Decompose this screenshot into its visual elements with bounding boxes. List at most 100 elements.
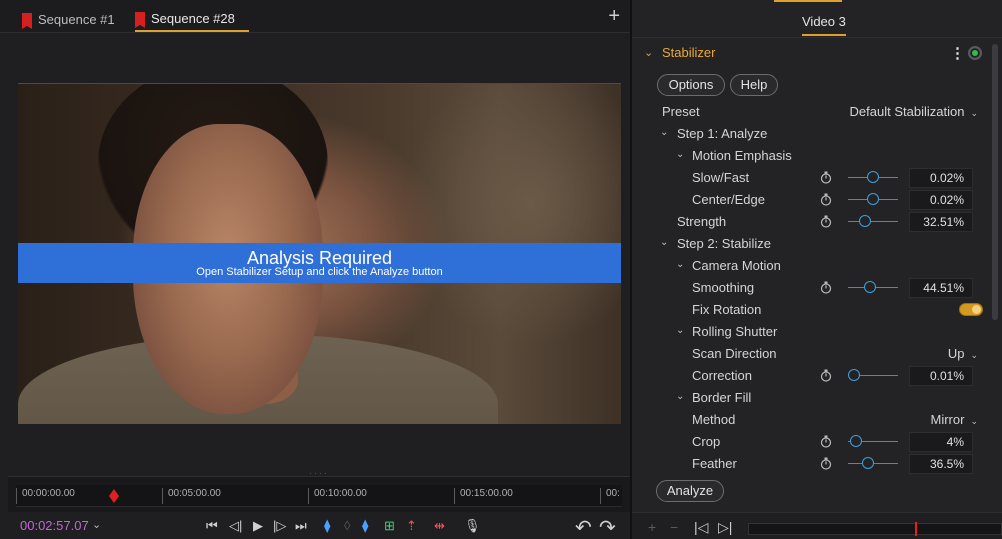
- keyframe-stopwatch-icon[interactable]: [820, 435, 832, 448]
- step2-group[interactable]: ⌄ Step 2: Stabilize: [632, 233, 990, 255]
- feather-row: Feather 36.5%: [632, 453, 990, 475]
- flag-icon: [22, 12, 32, 29]
- fix-rotation-row: Fix Rotation: [632, 299, 990, 321]
- step-back-icon[interactable]: ◁|: [229, 518, 242, 534]
- strength-label: Strength: [677, 214, 727, 229]
- scan-direction-dropdown[interactable]: Up ⌄: [948, 346, 978, 361]
- insert-clip-icon[interactable]: ⊞: [384, 518, 395, 534]
- keyframe-stopwatch-icon[interactable]: [820, 281, 832, 294]
- camera-motion-group[interactable]: ⌄ Camera Motion: [632, 255, 990, 277]
- keyframe-stopwatch-icon[interactable]: [820, 193, 832, 206]
- step2-label: Step 2: Stabilize: [677, 236, 771, 251]
- current-timecode[interactable]: 00:02:57.07: [20, 518, 89, 533]
- strength-value[interactable]: 32.51%: [909, 212, 973, 232]
- inspector-scrollbar[interactable]: [992, 44, 998, 320]
- overwrite-clip-icon[interactable]: ⇡: [406, 518, 417, 534]
- keyframe-stopwatch-icon[interactable]: [820, 369, 832, 382]
- scan-direction-label: Scan Direction: [692, 346, 777, 361]
- feather-slider[interactable]: [848, 457, 898, 469]
- chevron-down-icon[interactable]: ⌄: [644, 46, 653, 59]
- keyframe-playhead[interactable]: [915, 522, 917, 536]
- keyframe-stopwatch-icon[interactable]: [820, 457, 832, 470]
- keyframe-track[interactable]: [748, 522, 1002, 536]
- next-keyframe-icon[interactable]: ▷|: [718, 519, 732, 536]
- tab-label: Sequence #28: [151, 10, 235, 26]
- analyze-button[interactable]: Analyze: [656, 480, 724, 502]
- more-vertical-icon[interactable]: ⋮: [950, 44, 965, 62]
- method-dropdown[interactable]: Mirror ⌄: [931, 412, 978, 427]
- resize-grip-icon[interactable]: · · · ·: [300, 470, 336, 478]
- effect-enabled-toggle[interactable]: [968, 46, 982, 60]
- remove-keyframe-icon[interactable]: −: [670, 519, 678, 535]
- border-fill-label: Border Fill: [692, 390, 752, 405]
- feather-value[interactable]: 36.5%: [909, 454, 973, 474]
- keyframe-icon[interactable]: ◊: [344, 518, 350, 534]
- go-to-start-icon[interactable]: ⏮: [206, 518, 218, 534]
- slider-knob[interactable]: [849, 435, 862, 447]
- correction-value[interactable]: 0.01%: [909, 366, 973, 386]
- slow-fast-row: Slow/Fast 0.02%: [632, 167, 990, 189]
- inspector-panel: Video 3 ⌄ Stabilizer ⋮ Options Help Pres…: [632, 0, 1002, 539]
- border-fill-group[interactable]: ⌄ Border Fill: [632, 387, 990, 409]
- chevron-down-icon[interactable]: ⌄: [92, 518, 101, 531]
- slider-knob[interactable]: [863, 281, 876, 293]
- crop-value[interactable]: 4%: [909, 432, 973, 452]
- crop-slider[interactable]: [848, 435, 898, 447]
- center-edge-value[interactable]: 0.02%: [909, 190, 973, 210]
- viewer-panel: Sequence #1 Sequence #28 + Analysis Requ…: [0, 0, 630, 539]
- tab-sequence-28[interactable]: Sequence #28: [135, 6, 249, 32]
- add-keyframe-icon[interactable]: +: [648, 519, 656, 535]
- slow-fast-slider[interactable]: [848, 171, 898, 183]
- undo-icon[interactable]: ↶: [575, 515, 592, 539]
- fix-rotation-toggle[interactable]: [959, 303, 983, 316]
- slider-knob[interactable]: [848, 369, 860, 381]
- slider-knob[interactable]: [867, 193, 879, 205]
- tab-video-3[interactable]: Video 3: [802, 14, 846, 36]
- previous-keyframe-icon[interactable]: |◁: [694, 519, 708, 536]
- step1-label: Step 1: Analyze: [677, 126, 768, 141]
- center-edge-slider[interactable]: [848, 193, 898, 205]
- redo-icon[interactable]: ↷: [599, 515, 616, 539]
- timeline-ruler-area[interactable]: 00:00:00.00 00:05:00.00 00:10:00.00 00:1…: [8, 476, 630, 512]
- chevron-down-icon: ⌄: [676, 391, 685, 402]
- slider-knob[interactable]: [867, 171, 879, 183]
- fix-rotation-label: Fix Rotation: [692, 302, 762, 317]
- options-button[interactable]: Options: [657, 74, 725, 96]
- tab-label: Sequence #1: [38, 11, 115, 27]
- chevron-down-icon: ⌄: [660, 127, 669, 138]
- rolling-shutter-group[interactable]: ⌄ Rolling Shutter: [632, 321, 990, 343]
- step-forward-icon[interactable]: |▷: [273, 518, 286, 534]
- preset-dropdown[interactable]: Default Stabilization ⌄: [850, 104, 978, 119]
- help-button[interactable]: Help: [730, 74, 778, 96]
- slider-knob[interactable]: [859, 215, 872, 227]
- smoothing-value[interactable]: 44.51%: [909, 278, 973, 298]
- stabilizer-header[interactable]: ⌄ Stabilizer ⋮: [642, 44, 990, 64]
- microphone-icon[interactable]: 🎙: [464, 518, 481, 534]
- scan-direction-value: Up: [947, 346, 965, 361]
- mark-out-icon[interactable]: ⧫: [362, 518, 368, 534]
- center-edge-row: Center/Edge 0.02%: [632, 189, 990, 211]
- split-clip-icon[interactable]: ⇹: [434, 518, 445, 534]
- smoothing-slider[interactable]: [848, 281, 898, 293]
- strength-row: Strength 32.51%: [632, 211, 990, 233]
- stabilizer-title: Stabilizer: [662, 45, 716, 60]
- playhead-marker[interactable]: [109, 489, 119, 503]
- camera-motion-label: Camera Motion: [692, 258, 781, 273]
- play-icon[interactable]: ▶: [253, 518, 263, 534]
- keyframe-stopwatch-icon[interactable]: [820, 215, 832, 228]
- strength-slider[interactable]: [848, 215, 898, 227]
- motion-emphasis-group[interactable]: ⌄ Motion Emphasis: [632, 145, 990, 167]
- plus-icon[interactable]: +: [608, 6, 620, 26]
- slow-fast-value[interactable]: 0.02%: [909, 168, 973, 188]
- chevron-down-icon: ⌄: [676, 325, 685, 336]
- tab-sequence-1[interactable]: Sequence #1: [22, 6, 115, 32]
- go-to-end-icon[interactable]: ⏭: [295, 518, 307, 534]
- step1-group[interactable]: ⌄ Step 1: Analyze: [632, 123, 990, 145]
- mark-in-icon[interactable]: ⧫: [324, 518, 330, 534]
- smoothing-label: Smoothing: [692, 280, 755, 295]
- keyframe-stopwatch-icon[interactable]: [820, 171, 832, 184]
- timeline-ruler[interactable]: 00:00:00.00 00:05:00.00 00:10:00.00 00:1…: [16, 485, 622, 507]
- correction-slider[interactable]: [848, 369, 898, 381]
- top-tab-indicator: [774, 0, 842, 2]
- slider-knob[interactable]: [861, 457, 874, 469]
